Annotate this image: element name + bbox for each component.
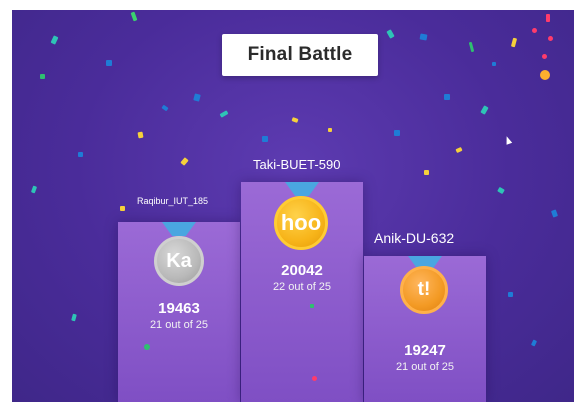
confetti [328,128,332,132]
confetti [468,41,475,53]
confetti [144,344,150,350]
third-place-correct-count: 21 out of 25 [395,361,455,373]
confetti [180,157,189,166]
third-place-avatar: t! [400,266,448,314]
confetti [262,136,268,142]
confetti [510,37,518,48]
confetti [50,35,59,45]
confetti [193,93,201,102]
confetti [310,304,314,308]
confetti [540,70,550,80]
second-place-name: Raqibur_IUT_185 [137,196,209,206]
confetti [419,33,428,41]
first-place-avatar: hoo [274,196,328,250]
confetti [548,36,553,41]
confetti [106,60,112,66]
confetti [455,146,463,154]
third-place-podium: t! 19247 21 out of 25 [364,256,486,402]
confetti [394,130,400,136]
confetti [161,104,169,112]
first-place-podium: hoo 20042 22 out of 25 [241,182,363,402]
confetti [444,94,450,100]
second-place-podium: Ka 19463 21 out of 25 [118,222,240,402]
second-place-avatar-text: Ka [166,249,192,272]
mouse-pointer-icon [503,135,513,145]
confetti [492,62,496,66]
third-place-name: Anik-DU-632 [374,230,455,246]
title-card: Final Battle [222,34,378,76]
confetti [291,117,299,123]
confetti [219,110,229,118]
screen-title: Final Battle [247,44,353,65]
second-place-correct-count: 21 out of 25 [149,319,209,331]
confetti [130,11,138,22]
confetti [30,185,38,194]
confetti [386,29,395,39]
confetti [312,376,317,381]
confetti [480,105,489,115]
confetti [78,152,83,157]
confetti [550,209,559,218]
first-place-correct-count: 22 out of 25 [272,281,332,293]
confetti [120,206,125,211]
confetti [137,131,144,139]
second-place-score: 19463 [158,300,200,317]
confetti [40,74,45,79]
confetti [542,54,547,59]
confetti [530,339,538,347]
third-place-avatar-text: t! [417,279,431,300]
first-place-name: Taki-BUET-590 [253,157,341,172]
confetti [497,186,505,195]
confetti [508,292,513,297]
confetti [71,313,77,322]
first-place-score: 20042 [281,262,323,279]
first-place-avatar-text: hoo [280,210,322,235]
confetti [546,14,550,22]
third-place-score: 19247 [404,342,446,359]
second-place-avatar: Ka [154,236,204,286]
medal-ribbon-icon [162,222,196,236]
leaderboard-screen: Final Battle Taki-BUET-590 Raqibur_IUT_1… [12,10,574,402]
medal-ribbon-icon [285,182,319,196]
confetti [424,170,429,175]
confetti [532,28,537,33]
